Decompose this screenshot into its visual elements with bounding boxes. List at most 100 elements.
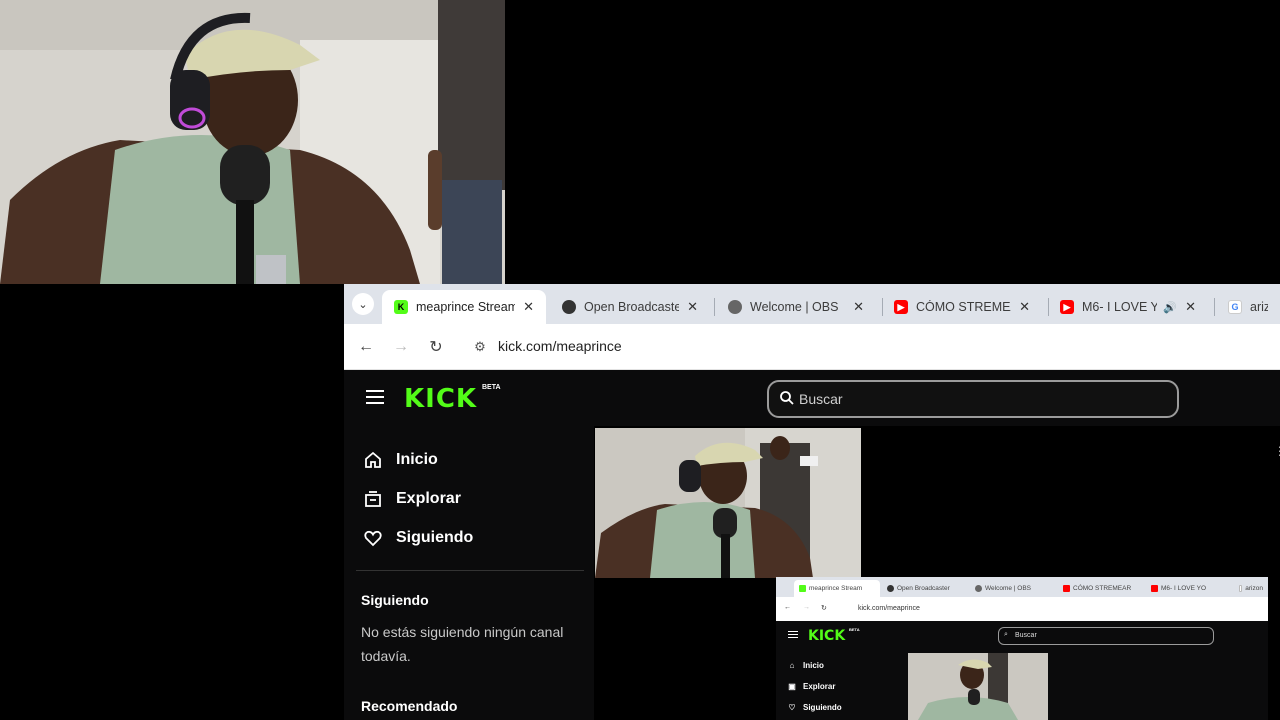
- tab-como-stremear[interactable]: ▶ CÓMO STREMEAR ✕: [882, 290, 1042, 324]
- tab-strip: ⌄ K meaprince Stream ✕ Open Broadcaster …: [344, 284, 1280, 324]
- nested-tab: Welcome | OBS: [970, 580, 1054, 597]
- nested-stream-image: [908, 653, 1048, 720]
- nested-stream-preview: [908, 653, 1048, 720]
- tab-separator: [1214, 298, 1215, 316]
- google-icon: G: [1228, 300, 1242, 314]
- explore-icon: ▣: [788, 682, 796, 691]
- tab-arizon[interactable]: G arizon: [1216, 290, 1280, 324]
- tab-open-broadcaster[interactable]: Open Broadcaster ✕: [550, 290, 710, 324]
- nested-tab: meaprince Stream: [794, 580, 880, 597]
- browser-window: ⌄ K meaprince Stream ✕ Open Broadcaster …: [344, 284, 1280, 720]
- globe-icon: [728, 300, 742, 314]
- main-content: meaprince Stream Open Broadcaster Welcom…: [594, 426, 1280, 720]
- obs-icon: [562, 300, 576, 314]
- address-bar: ← → ↻ ⚙ kick.com/meaprince: [344, 324, 1280, 370]
- tab-title: Welcome | OBS: [750, 300, 839, 314]
- sidebar: Inicio Explorar Siguiendo Siguiendo No e…: [344, 426, 594, 720]
- arrow-left-icon: ←: [358, 338, 374, 355]
- menu-icon: [788, 631, 798, 638]
- close-icon[interactable]: ✕: [523, 299, 534, 315]
- arrow-right-icon: →: [803, 604, 810, 611]
- sidebar-item-label: Explorar: [396, 490, 461, 507]
- tab-meaprince[interactable]: K meaprince Stream ✕: [382, 290, 546, 324]
- tab-title: meaprince Stream: [416, 300, 516, 314]
- sidebar-item-label: Inicio: [396, 451, 438, 468]
- tab-search-button[interactable]: ⌄: [352, 293, 374, 315]
- url-field[interactable]: kick.com/meaprince: [498, 338, 622, 354]
- search-input[interactable]: [799, 388, 1159, 410]
- tab-m6-i-love-you[interactable]: ▶ M6- I LOVE YO 🔊 ✕: [1048, 290, 1208, 324]
- nested-kick-logo: KICK: [808, 628, 846, 644]
- nested-tab: Open Broadcaster: [882, 580, 966, 597]
- close-icon[interactable]: ✕: [853, 299, 864, 315]
- nested-browser-capture: meaprince Stream Open Broadcaster Welcom…: [776, 577, 1268, 720]
- tab-title: Open Broadcaster: [584, 300, 680, 314]
- sidebar-item-label: Siguiendo: [396, 529, 474, 546]
- heart-icon: ♡: [788, 703, 796, 712]
- arrow-left-icon: ←: [784, 604, 791, 611]
- obs-icon: [887, 585, 894, 592]
- search-icon: ⌕: [1004, 631, 1008, 638]
- site-settings-icon[interactable]: ⚙: [470, 337, 490, 357]
- close-icon[interactable]: ✕: [687, 299, 698, 315]
- tab-welcome-obs[interactable]: Welcome | OBS ✕: [716, 290, 876, 324]
- nested-beta-label: BETA: [849, 627, 860, 632]
- youtube-icon: ▶: [1060, 300, 1074, 314]
- explore-icon: [362, 488, 384, 510]
- sidebar-divider: [356, 570, 584, 571]
- google-icon: [1239, 585, 1243, 592]
- reload-icon: ↻: [821, 605, 827, 612]
- kick-icon: K: [394, 300, 408, 314]
- heart-icon: [362, 527, 384, 549]
- home-icon: ⌂: [789, 661, 795, 670]
- nested-kick-header: KICK BETA ⌕ Buscar: [776, 621, 1268, 651]
- globe-icon: [975, 585, 982, 592]
- back-button[interactable]: ←: [355, 336, 377, 358]
- youtube-icon: [1063, 585, 1070, 592]
- kick-icon: [799, 585, 806, 592]
- nested-address-bar: ← → ↻ kick.com/meaprince: [776, 597, 1268, 621]
- tab-title: CÓMO STREMEAR: [916, 300, 1011, 314]
- close-icon[interactable]: ✕: [1185, 299, 1196, 315]
- speaker-icon[interactable]: 🔊: [1163, 301, 1177, 314]
- nested-search-box: ⌕ Buscar: [998, 627, 1214, 645]
- nested-url: kick.com/meaprince: [858, 605, 920, 612]
- nested-sidebar-item: ⌂ Inicio: [786, 661, 824, 670]
- recommended-heading: Recomendado: [361, 698, 458, 714]
- forward-button[interactable]: →: [390, 336, 412, 358]
- beta-label: BETA: [482, 384, 501, 391]
- more-options-icon[interactable]: ⋮: [1274, 444, 1280, 458]
- nested-tab: arizon: [1234, 580, 1268, 597]
- stream-preview-image: [595, 428, 861, 578]
- close-icon[interactable]: ✕: [1019, 299, 1030, 315]
- kick-header: KICK BETA: [344, 370, 1280, 426]
- youtube-icon: [1151, 585, 1158, 592]
- chevron-down-icon: ⌄: [358, 298, 368, 311]
- tab-title: arizon: [1250, 300, 1268, 314]
- kick-logo[interactable]: KICK: [404, 384, 477, 414]
- arrow-right-icon: →: [393, 338, 409, 355]
- tab-title: M6- I LOVE YO: [1082, 300, 1158, 314]
- webcam-image: [0, 0, 505, 284]
- search-box[interactable]: [767, 380, 1179, 418]
- screen: ⌄ K meaprince Stream ✕ Open Broadcaster …: [0, 0, 1280, 720]
- home-icon: [362, 449, 384, 471]
- reload-button[interactable]: ↻: [425, 336, 447, 358]
- sidebar-item-siguiendo[interactable]: Siguiendo: [362, 525, 473, 551]
- stream-player[interactable]: [595, 428, 861, 578]
- nested-tab: M6- I LOVE YO: [1146, 580, 1230, 597]
- following-heading: Siguiendo: [361, 592, 429, 608]
- nested-sidebar-item: ▣ Explorar: [786, 682, 835, 691]
- following-empty-text: No estás siguiendo ningún canal todavía.: [361, 624, 564, 664]
- sidebar-item-explorar[interactable]: Explorar: [362, 486, 461, 512]
- menu-icon[interactable]: [366, 390, 384, 406]
- nested-sidebar-item: ♡ Siguiendo: [786, 703, 841, 712]
- tab-separator: [714, 298, 715, 316]
- search-icon: [780, 391, 794, 405]
- webcam-feed: [0, 0, 505, 284]
- sidebar-item-inicio[interactable]: Inicio: [362, 447, 438, 473]
- nested-tab-strip: meaprince Stream Open Broadcaster Welcom…: [776, 577, 1268, 597]
- youtube-icon: ▶: [894, 300, 908, 314]
- nested-tab: CÓMO STREMEAR: [1058, 580, 1142, 597]
- reload-icon: ↻: [429, 339, 443, 356]
